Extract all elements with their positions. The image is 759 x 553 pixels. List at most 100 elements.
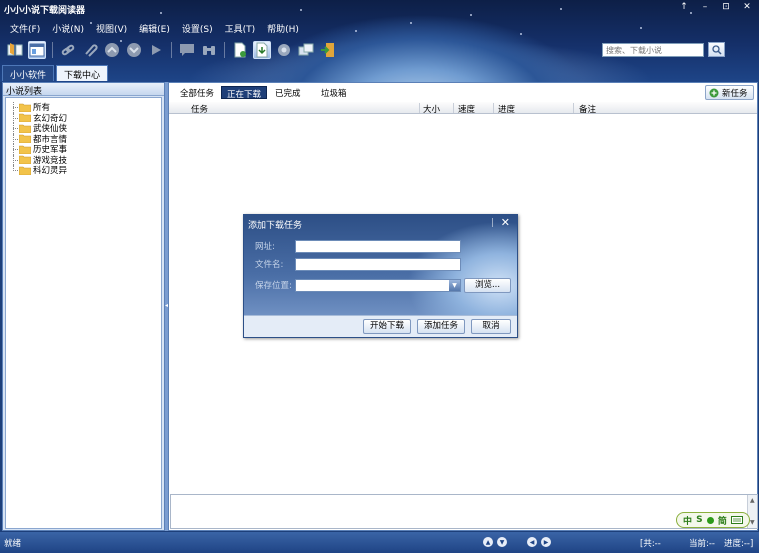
window-title: 小小小说下载阅读器 bbox=[4, 6, 86, 16]
arrow-down-circle-icon bbox=[127, 43, 141, 57]
search-input[interactable] bbox=[602, 43, 704, 57]
folder-icon bbox=[19, 155, 31, 165]
chain-link-icon bbox=[61, 44, 75, 56]
play-button[interactable] bbox=[147, 41, 165, 59]
add-circle-icon bbox=[709, 88, 719, 97]
tab-xiaoxiao-software[interactable]: 小小软件 bbox=[2, 65, 55, 81]
save-location-select[interactable]: ▼ bbox=[295, 279, 461, 292]
move-down-button[interactable] bbox=[125, 41, 143, 59]
filter-all-tasks[interactable]: 全部任务 bbox=[175, 86, 219, 99]
unlink-button[interactable] bbox=[81, 41, 99, 59]
folder-icon bbox=[19, 145, 31, 154]
chevron-down-icon[interactable]: ▼ bbox=[449, 280, 460, 291]
url-input[interactable] bbox=[295, 240, 461, 253]
settings-button[interactable] bbox=[275, 41, 293, 59]
folder-icon bbox=[19, 134, 31, 144]
scroll-right-button[interactable]: ▼ bbox=[497, 537, 507, 547]
folder-icon bbox=[19, 103, 31, 112]
search-button[interactable] bbox=[708, 42, 725, 57]
category-tree: 所有 玄幻奇幻 武侠仙侠 都市言情 历史军事 游戏竞技 科幻灵异 bbox=[5, 97, 162, 529]
toolbar bbox=[6, 38, 337, 62]
prev-button[interactable]: ◀ bbox=[527, 537, 537, 547]
menu-edit[interactable]: 编辑(E) bbox=[133, 20, 176, 37]
ime-s-label: S bbox=[696, 515, 703, 525]
menu-file[interactable]: 文件(F) bbox=[4, 20, 46, 37]
filter-completed[interactable]: 已完成 bbox=[270, 86, 306, 99]
exit-button[interactable] bbox=[319, 41, 337, 59]
keyboard-icon bbox=[730, 516, 743, 524]
tree-item-label: 科幻灵异 bbox=[33, 166, 68, 177]
play-icon bbox=[152, 45, 161, 55]
open-book-icon bbox=[7, 43, 23, 56]
scroll-left-button[interactable]: ▲ bbox=[483, 537, 493, 547]
toolbar-separator bbox=[224, 42, 225, 58]
restore-button[interactable]: ⊡ bbox=[720, 2, 732, 12]
menu-help[interactable]: 帮助(H) bbox=[261, 20, 305, 37]
scroll-up-icon[interactable]: ▲ bbox=[750, 497, 755, 504]
main-tabs: 小小软件 下载中心 bbox=[2, 65, 109, 81]
title-bar[interactable]: 小小小说下载阅读器 ↑ – ⊡ ✕ bbox=[0, 0, 759, 18]
comment-button[interactable] bbox=[178, 41, 196, 59]
dialog-title-separator bbox=[492, 218, 493, 227]
column-notes[interactable]: 备注 bbox=[579, 103, 596, 115]
novel-list-panel: 小说列表 所有 玄幻奇幻 武侠仙侠 都市言情 历史军事 游戏竞技 科幻灵异 bbox=[2, 82, 165, 531]
menu-view[interactable]: 视图(V) bbox=[90, 20, 133, 37]
new-task-button[interactable]: 新任务 bbox=[705, 85, 754, 100]
link-button[interactable] bbox=[59, 41, 77, 59]
speech-bubble-icon bbox=[180, 44, 194, 56]
start-download-button[interactable]: 开始下载 bbox=[363, 319, 411, 334]
status-current: 当前:-- bbox=[689, 539, 715, 549]
add-task-button[interactable]: 添加任务 bbox=[417, 319, 465, 334]
column-progress[interactable]: 进度 bbox=[498, 103, 515, 115]
menu-novel[interactable]: 小说(N) bbox=[46, 20, 90, 37]
filename-label: 文件名: bbox=[255, 260, 284, 270]
folder-icon bbox=[19, 124, 31, 133]
toolbar-separator bbox=[171, 42, 172, 58]
windows-button[interactable] bbox=[297, 41, 315, 59]
status-text: 就绪 bbox=[4, 539, 22, 549]
log-textarea[interactable]: ▲ ▼ bbox=[170, 494, 758, 529]
dialog-title: 添加下载任务 bbox=[248, 221, 303, 231]
close-button[interactable]: ✕ bbox=[741, 2, 753, 12]
filename-input[interactable] bbox=[295, 258, 461, 271]
binoculars-icon bbox=[203, 46, 215, 55]
filter-downloading[interactable]: 正在下载 bbox=[221, 86, 268, 100]
header-banner: 小小小说下载阅读器 ↑ – ⊡ ✕ 文件(F) 小说(N) 视图(V) 编辑(E… bbox=[0, 0, 759, 82]
ime-simplified-label: 简 bbox=[717, 516, 727, 527]
tree-item-scifi-supernatural[interactable]: 科幻灵异 bbox=[13, 165, 161, 177]
paperclip-icon bbox=[85, 44, 98, 57]
dialog-close-icon[interactable]: ✕ bbox=[501, 216, 510, 229]
filter-trash[interactable]: 垃圾箱 bbox=[316, 86, 352, 99]
menu-tools[interactable]: 工具(T) bbox=[219, 20, 262, 37]
download-center-button[interactable] bbox=[28, 41, 46, 59]
arrow-up-circle-icon bbox=[105, 43, 119, 57]
add-download-task-dialog: 添加下载任务 ✕ 网址: 文件名: 保存位置: ▼ 浏览... 开始下载 添加任… bbox=[243, 214, 518, 338]
next-button[interactable]: ▶ bbox=[541, 537, 551, 547]
search-binoculars-button[interactable] bbox=[200, 41, 218, 59]
move-up-button[interactable] bbox=[103, 41, 121, 59]
column-size[interactable]: 大小 bbox=[423, 103, 440, 115]
search-icon bbox=[711, 44, 722, 55]
menu-settings[interactable]: 设置(S) bbox=[176, 20, 219, 37]
tab-download-center[interactable]: 下载中心 bbox=[56, 65, 109, 81]
gear-icon bbox=[278, 44, 290, 56]
filter-bar: 全部任务 正在下载 已完成 垃圾箱 新任务 bbox=[169, 83, 757, 102]
cancel-button[interactable]: 取消 bbox=[471, 319, 511, 334]
minimize-button[interactable]: – bbox=[699, 2, 711, 12]
task-table-header: 任务 大小 速度 进度 备注 bbox=[169, 102, 757, 115]
download-task-button[interactable] bbox=[253, 41, 271, 59]
ime-indicator[interactable]: 中 S 简 bbox=[676, 512, 750, 528]
open-book-button[interactable] bbox=[6, 41, 24, 59]
browse-button[interactable]: 浏览... bbox=[464, 278, 511, 293]
pin-button[interactable]: ↑ bbox=[678, 2, 690, 12]
new-document-button[interactable] bbox=[231, 41, 249, 59]
column-speed[interactable]: 速度 bbox=[458, 103, 475, 115]
scroll-down-icon[interactable]: ▼ bbox=[750, 519, 755, 526]
toolbar-separator bbox=[52, 42, 53, 58]
novel-list-title: 小说列表 bbox=[3, 83, 164, 97]
ime-chinese-label: 中 bbox=[683, 516, 693, 527]
document-download-icon bbox=[256, 42, 268, 58]
column-task[interactable]: 任务 bbox=[191, 103, 208, 115]
status-progress: 进度:--] bbox=[724, 539, 754, 549]
window-layout-icon bbox=[29, 43, 45, 57]
